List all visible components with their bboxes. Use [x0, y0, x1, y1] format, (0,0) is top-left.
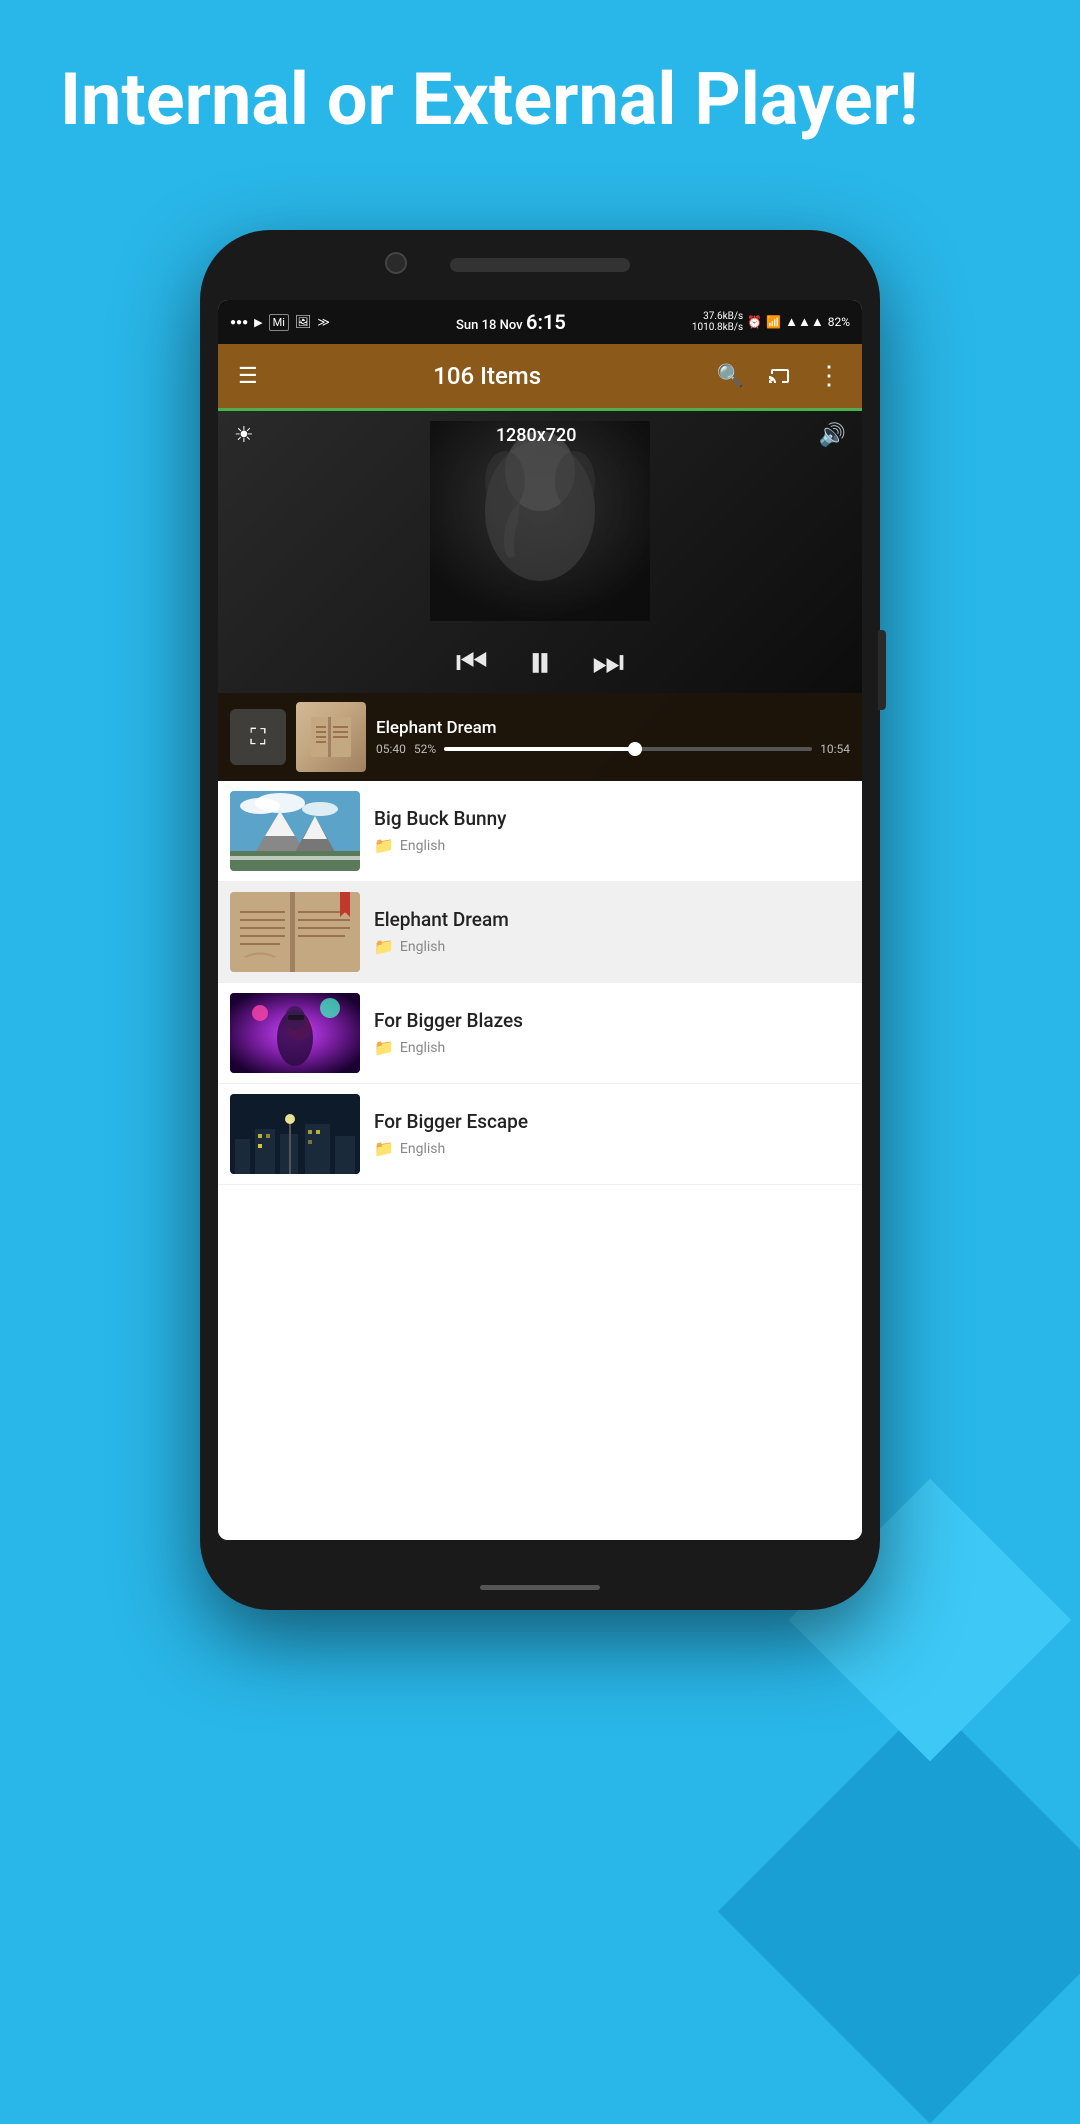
video-thumbnail-2: [230, 892, 360, 972]
folder-label-4: English: [400, 1141, 445, 1157]
video-folder-4: 📁 English: [374, 1139, 850, 1158]
video-meta-3: For Bigger Blazes 📁 English: [374, 1009, 850, 1057]
folder-icon-4: 📁: [374, 1139, 394, 1158]
video-name-3: For Bigger Blazes: [374, 1009, 850, 1032]
phone-screen: ●●● ▶ Mi 🖼 ≫ Sun 18 Nov 6:15 37.6kB/s 10…: [218, 300, 862, 1540]
page-title: Internal or External Player!: [60, 60, 1020, 139]
progress-fill: [444, 747, 635, 751]
video-list: Big Buck Bunny 📁 English: [218, 781, 862, 1540]
mi-icon: Mi: [269, 314, 289, 331]
video-name-2: Elephant Dream: [374, 908, 850, 931]
phone-speaker: [450, 258, 630, 272]
video-resolution: 1280x720: [254, 425, 819, 446]
now-playing-bar: ⛶: [218, 693, 862, 781]
now-playing-thumbnail: [296, 702, 366, 772]
clock-icon: ⏰: [747, 315, 762, 329]
phone-home-bar: [480, 1585, 600, 1590]
list-item[interactable]: Big Buck Bunny 📁 English: [218, 781, 862, 882]
more-icon[interactable]: ⋮: [812, 357, 846, 395]
video-player: ☀ 1280x720 🔊 ⏮ ⏸ ⏭ ⛶: [218, 411, 862, 781]
elephant-silhouette: [430, 421, 650, 621]
video-name-1: Big Buck Bunny: [374, 807, 850, 830]
folder-label-2: English: [400, 939, 445, 955]
video-thumbnail-4: [230, 1094, 360, 1174]
video-folder-2: 📁 English: [374, 937, 850, 956]
video-thumbnail-3: [230, 993, 360, 1073]
video-meta-1: Big Buck Bunny 📁 English: [374, 807, 850, 855]
play-indicator: ▶: [254, 316, 262, 329]
list-item[interactable]: For Bigger Blazes 📁 English: [218, 983, 862, 1084]
total-time: 10:54: [820, 742, 850, 756]
status-date: Sun 18 Nov: [456, 318, 523, 333]
list-item[interactable]: Elephant Dream 📁 English: [218, 882, 862, 983]
bg-shape-1: [718, 1699, 1080, 2123]
video-meta-2: Elephant Dream 📁 English: [374, 908, 850, 956]
progress-thumb: [628, 742, 642, 756]
speed-bottom: 1010.8kB/s: [692, 322, 743, 333]
image-icon: 🖼: [295, 315, 312, 330]
status-left: ●●● ▶ Mi 🖼 ≫: [230, 314, 330, 331]
phone-side-button: [878, 630, 886, 710]
video-thumbnail-1: [230, 791, 360, 871]
toolbar-title: 106 Items: [278, 362, 697, 390]
folder-label-1: English: [400, 838, 445, 854]
wifi-icon: 📶: [766, 315, 781, 329]
track-title: Elephant Dream: [376, 718, 850, 738]
search-icon[interactable]: 🔍: [713, 360, 748, 393]
video-meta-4: For Bigger Escape 📁 English: [374, 1110, 850, 1158]
brightness-icon[interactable]: ☀: [234, 423, 254, 448]
current-time: 05:40: [376, 742, 406, 756]
speed-top: 37.6kB/s: [703, 311, 743, 322]
status-time: 6:15: [526, 310, 566, 334]
progress-bar[interactable]: [444, 747, 812, 751]
video-name-4: For Bigger Escape: [374, 1110, 850, 1133]
video-folder-1: 📁 English: [374, 836, 850, 855]
rewind-button[interactable]: ⏮: [456, 641, 488, 684]
video-overlay-top: ☀ 1280x720 🔊: [218, 423, 862, 448]
folder-icon-2: 📁: [374, 937, 394, 956]
track-info: Elephant Dream 05:40 52% 10:54: [376, 718, 850, 756]
forward-button[interactable]: ⏭: [592, 641, 624, 684]
status-bar: ●●● ▶ Mi 🖼 ≫ Sun 18 Nov 6:15 37.6kB/s 10…: [218, 300, 862, 344]
pause-button[interactable]: ⏸: [528, 633, 552, 691]
progress-percent: 52%: [414, 742, 436, 756]
signal-icon: ▲▲▲: [785, 314, 824, 330]
video-folder-3: 📁 English: [374, 1038, 850, 1057]
menu-icon[interactable]: ☰: [234, 360, 262, 393]
app-toolbar: ☰ 106 Items 🔍 ⋮: [218, 344, 862, 408]
list-item[interactable]: For Bigger Escape 📁 English: [218, 1084, 862, 1185]
volume-icon[interactable]: 🔊: [819, 423, 846, 448]
battery-level: 82%: [828, 315, 850, 329]
folder-icon-1: 📁: [374, 836, 394, 855]
cast-icon[interactable]: [764, 358, 796, 395]
fullscreen-button[interactable]: ⛶: [230, 709, 286, 765]
track-progress-row: 05:40 52% 10:54: [376, 742, 850, 756]
video-controls: ⏮ ⏸ ⏭: [456, 633, 625, 691]
status-center: Sun 18 Nov 6:15: [456, 310, 566, 334]
phone-container: ●●● ▶ Mi 🖼 ≫ Sun 18 Nov 6:15 37.6kB/s 10…: [200, 230, 880, 1610]
swift-icon: ≫: [317, 315, 330, 329]
phone-camera: [385, 252, 407, 274]
folder-label-3: English: [400, 1040, 445, 1056]
status-right: 37.6kB/s 1010.8kB/s ⏰ 📶 ▲▲▲ 82%: [692, 311, 850, 333]
folder-icon-3: 📁: [374, 1038, 394, 1057]
notification-dots: ●●●: [230, 317, 248, 328]
